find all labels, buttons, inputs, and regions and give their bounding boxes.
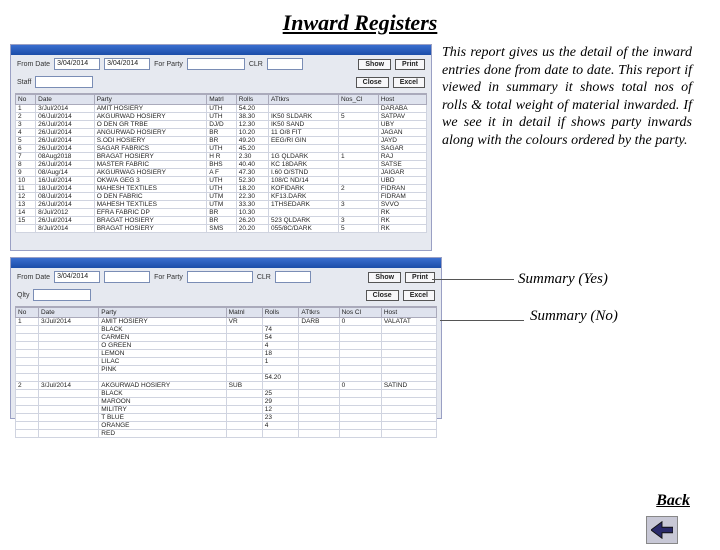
- detail-grid[interactable]: NoDatePartyMatnlRollsATtkrsNos ClHost13/…: [15, 306, 437, 438]
- table-row[interactable]: 13/Jul/2014AMIT HOSIERYUTH54.20DARABA: [16, 105, 427, 113]
- table-row[interactable]: PINK: [16, 366, 437, 374]
- clr-input[interactable]: [275, 271, 311, 283]
- col-header: Nos_Cl: [338, 95, 378, 105]
- connector-line: [432, 279, 514, 280]
- table-row[interactable]: T BLUE23: [16, 414, 437, 422]
- table-row[interactable]: MAROON29: [16, 398, 437, 406]
- table-row[interactable]: 526/Jul/2014S.ODI HOSIERYBR49.20EEG/RI G…: [16, 137, 427, 145]
- from-date-label: From Date: [17, 61, 50, 68]
- col-header: Party: [94, 95, 207, 105]
- for-party-label: For Party: [154, 61, 183, 68]
- table-row[interactable]: 23/Jul/2014AKGURWAD HOSIERYSUB0SATIND: [16, 382, 437, 390]
- table-row[interactable]: 908/Aug/14AKGURWAG HOSIERYA F47.30I.60 O…: [16, 169, 427, 177]
- staff-label: Staff: [17, 79, 31, 86]
- table-row[interactable]: 1016/Jul/2014OKW/A GEG 3UTH52.30108/C ND…: [16, 177, 427, 185]
- qlty-label: Qlty: [17, 292, 29, 299]
- to-date-input[interactable]: 3/04/2014: [104, 58, 150, 70]
- col-header: No: [16, 95, 36, 105]
- app-window-summary-no: From Date 3/04/2014 For Party CLR Show P…: [10, 257, 442, 419]
- table-row[interactable]: ORANGE4: [16, 422, 437, 430]
- table-row[interactable]: BLACK25: [16, 390, 437, 398]
- col-header: Party: [99, 308, 226, 318]
- table-row[interactable]: BLACK74: [16, 326, 437, 334]
- close-button[interactable]: Close: [356, 77, 389, 88]
- excel-button[interactable]: Excel: [393, 77, 425, 88]
- col-header: Host: [378, 95, 426, 105]
- show-button[interactable]: Show: [358, 59, 391, 70]
- col-header: Date: [38, 308, 98, 318]
- to-date-input[interactable]: [104, 271, 150, 283]
- col-header: ATtkrs: [299, 308, 339, 318]
- staff-input[interactable]: [35, 76, 93, 88]
- table-row[interactable]: 1326/Jul/2014MAHESH TEXTILESUTM33.301THS…: [16, 201, 427, 209]
- from-date-input[interactable]: 3/04/2014: [54, 271, 100, 283]
- clr-label: CLR: [257, 274, 271, 281]
- summary-grid[interactable]: NoDatePartyMatrlRollsATtkrsNos_ClHost13/…: [15, 93, 427, 233]
- app-window-summary-yes: From Date 3/04/2014 3/04/2014 For Party …: [10, 44, 432, 251]
- annot-summary-no: Summary (No): [530, 308, 618, 325]
- description-text: This report gives us the detail of the i…: [432, 44, 692, 149]
- col-header: Rolls: [236, 95, 268, 105]
- print-button[interactable]: Print: [395, 59, 425, 70]
- col-header: Date: [36, 95, 95, 105]
- connector-line: [440, 320, 524, 321]
- table-row[interactable]: 8/Jul/2014BRAGAT HOSIERYSMS20.20055/8C/D…: [16, 225, 427, 233]
- table-row[interactable]: CARMEN54: [16, 334, 437, 342]
- excel-button[interactable]: Excel: [403, 290, 435, 301]
- table-row[interactable]: 826/Jul/2014MASTER FABRICBHS40.40KC 18DA…: [16, 161, 427, 169]
- col-header: Matnl: [226, 308, 262, 318]
- annot-summary-yes: Summary (Yes): [518, 271, 608, 288]
- titlebar: [11, 258, 441, 268]
- table-row[interactable]: 148/Jul/2012EFRA FABRIC DPBR10.30RK: [16, 209, 427, 217]
- table-row[interactable]: 1208/Jul/2014O DEN FABRICUTM22.30KF13.DA…: [16, 193, 427, 201]
- print-button[interactable]: Print: [405, 272, 435, 283]
- table-row[interactable]: O GREEN4: [16, 342, 437, 350]
- table-row[interactable]: 426/Jul/2014ANGURWAD HOSIERYBR10.2011 O/…: [16, 129, 427, 137]
- table-row[interactable]: 1118/Jul/2014MAHESH TEXTILESUTH18.20KOFI…: [16, 185, 427, 193]
- back-link[interactable]: Back: [656, 492, 690, 510]
- clr-input[interactable]: [267, 58, 303, 70]
- col-header: Host: [381, 308, 436, 318]
- table-row[interactable]: 326/Jul/2014O DEN GR TRBEDJ/D12.30IK50 S…: [16, 121, 427, 129]
- from-date-label: From Date: [17, 274, 50, 281]
- titlebar: [11, 45, 431, 55]
- table-row[interactable]: 13/Jul/2014AMIT HOSIERYVRDARB0VALATAT: [16, 318, 437, 326]
- col-header: ATtkrs: [268, 95, 338, 105]
- table-row[interactable]: RED: [16, 430, 437, 438]
- close-button[interactable]: Close: [366, 290, 399, 301]
- col-header: Rolls: [262, 308, 299, 318]
- show-button[interactable]: Show: [368, 272, 401, 283]
- qlty-input[interactable]: [33, 289, 91, 301]
- col-header: Nos Cl: [339, 308, 381, 318]
- for-party-label: For Party: [154, 274, 183, 281]
- table-row[interactable]: LEMON18: [16, 350, 437, 358]
- table-row[interactable]: 626/Jul/2014SAGAR FABRICSUTH45.20SAGAR: [16, 145, 427, 153]
- for-party-input[interactable]: [187, 271, 253, 283]
- col-header: Matrl: [207, 95, 236, 105]
- table-row[interactable]: MILITRY12: [16, 406, 437, 414]
- table-row[interactable]: 1526/Jul/2014BRAGAT HOSIERYBR26.20523 QL…: [16, 217, 427, 225]
- col-header: No: [16, 308, 39, 318]
- table-row[interactable]: 54.20: [16, 374, 437, 382]
- from-date-input[interactable]: 3/04/2014: [54, 58, 100, 70]
- table-row[interactable]: 708Aug2018BRAGAT HOSIERYH R2.301G QLDARK…: [16, 153, 427, 161]
- clr-label: CLR: [249, 61, 263, 68]
- table-row[interactable]: 206/Jul/2014AKGURWAD HOSIERYUTH38.30IK50…: [16, 113, 427, 121]
- page-title: Inward Registers: [0, 10, 720, 36]
- for-party-input[interactable]: [187, 58, 245, 70]
- table-row[interactable]: LILAC1: [16, 358, 437, 366]
